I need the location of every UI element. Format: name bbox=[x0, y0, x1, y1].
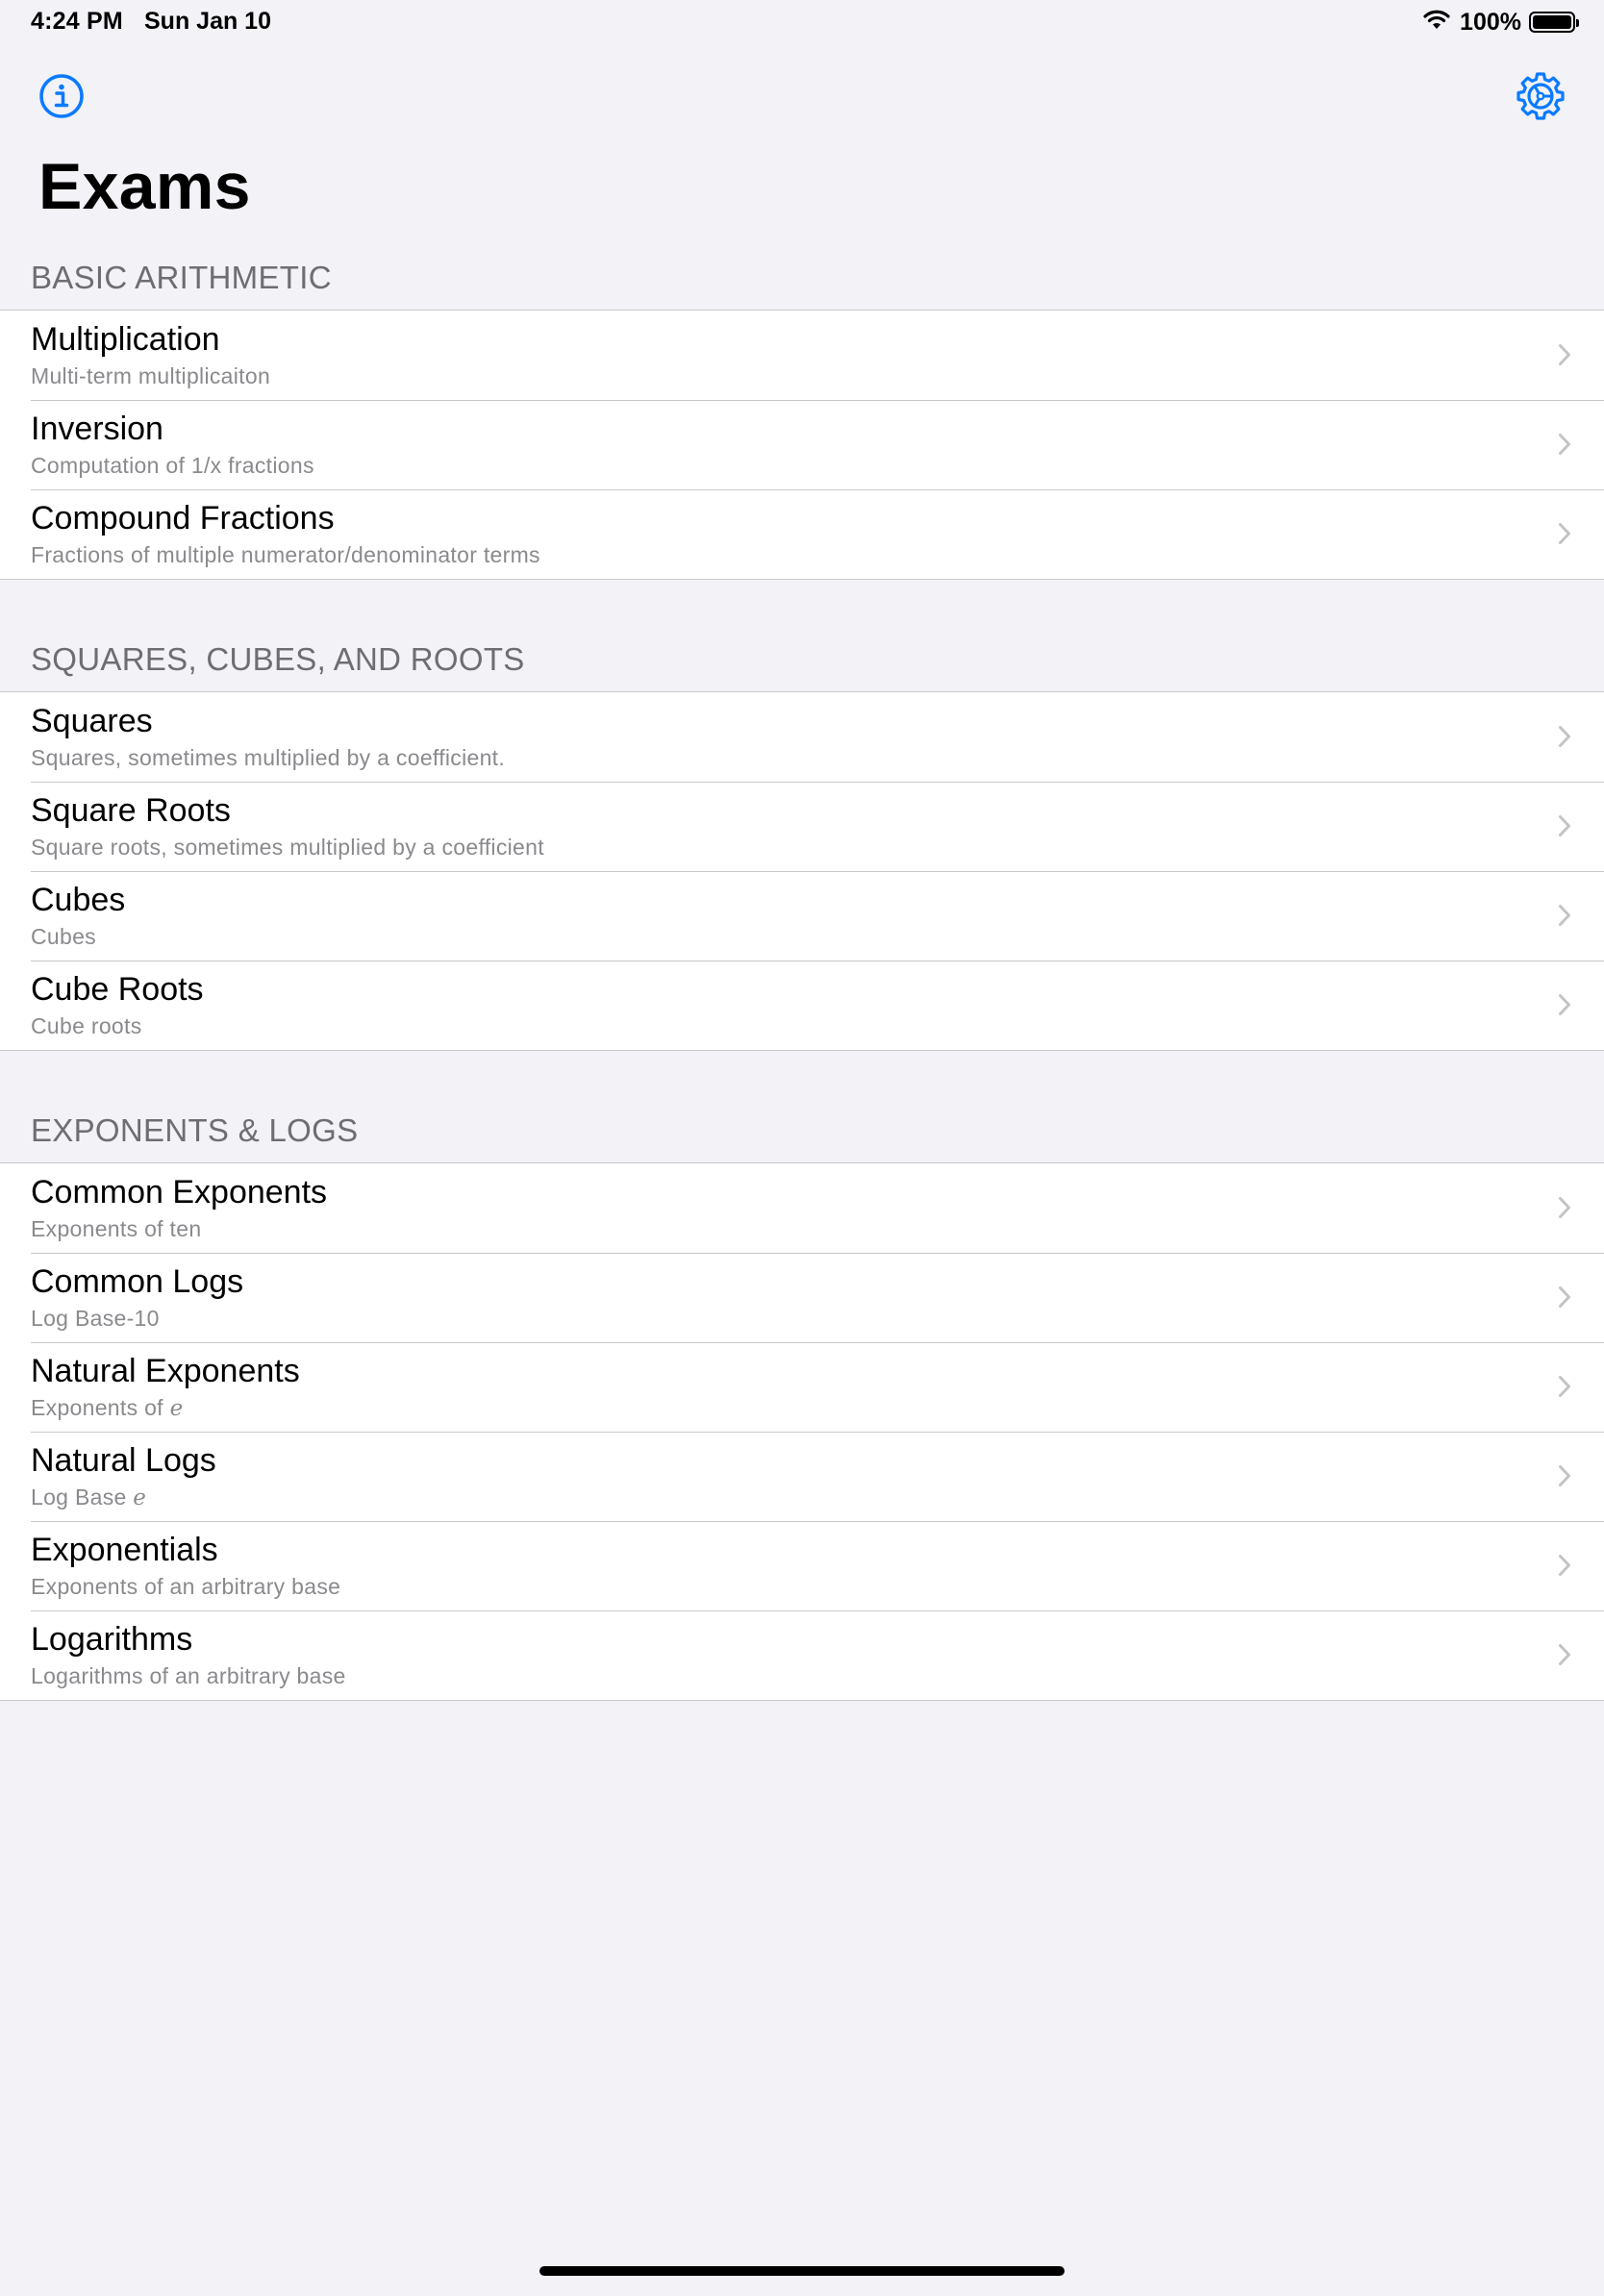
section-header: SQUARES, CUBES, AND ROOTS bbox=[31, 641, 525, 677]
list-item-title: Compound Fractions bbox=[31, 500, 335, 537]
list-item-title: Cubes bbox=[31, 882, 126, 918]
wifi-icon bbox=[1421, 9, 1452, 37]
list-item-subtitle: Computation of 1/x fractions bbox=[31, 453, 314, 479]
list-item-subtitle-text: Square roots, sometimes multiplied by a … bbox=[31, 835, 544, 860]
list-item-subtitle-text: Multi-term multiplicaiton bbox=[31, 363, 271, 388]
list-item[interactable]: Exponentials Exponents of an arbitrary ba… bbox=[0, 1521, 1604, 1610]
list-item-subtitle-text: Cubes bbox=[31, 924, 96, 949]
chevron-right-icon bbox=[1559, 1555, 1570, 1576]
exam-list: BASIC ARITHMETIC Multiplication Multi-term… bbox=[0, 250, 1604, 1701]
chevron-right-icon bbox=[1559, 344, 1570, 365]
section-list: Common Exponents Exponents of ten Common L… bbox=[0, 1162, 1604, 1701]
list-item-subtitle: Multi-term multiplicaiton bbox=[31, 363, 270, 389]
list-item[interactable]: Natural Logs Log Base e bbox=[0, 1432, 1604, 1521]
battery-percentage: 100% bbox=[1460, 8, 1521, 36]
chevron-right-icon bbox=[1559, 1465, 1570, 1486]
chevron-right-icon bbox=[1559, 434, 1570, 455]
list-item-title: Logarithms bbox=[31, 1621, 193, 1658]
list-item-subtitle: Exponents of e bbox=[31, 1395, 184, 1421]
chevron-right-icon bbox=[1559, 994, 1570, 1015]
battery-icon bbox=[1529, 12, 1579, 33]
list-item[interactable]: Square Roots Square roots, sometimes mult… bbox=[0, 782, 1604, 871]
list-item-title: Common Logs bbox=[31, 1263, 244, 1300]
list-item-subtitle-text: Logarithms of an arbitrary base bbox=[31, 1663, 346, 1688]
list-item[interactable]: Common Exponents Exponents of ten bbox=[0, 1163, 1604, 1253]
list-item-subtitle: Exponents of ten bbox=[31, 1216, 201, 1242]
list-item-subtitle-text: Computation of 1/x fractions bbox=[31, 453, 314, 478]
list-item[interactable]: Multiplication Multi-term multiplicaiton bbox=[0, 311, 1604, 400]
list-item-subtitle: Log Base-10 bbox=[31, 1306, 160, 1332]
section-header: EXPONENTS & LOGS bbox=[31, 1112, 359, 1148]
chevron-right-icon bbox=[1559, 726, 1570, 747]
list-item[interactable]: Cube Roots Cube roots bbox=[0, 961, 1604, 1050]
list-item-subtitle-text: Cube roots bbox=[31, 1013, 142, 1038]
info-circle-icon bbox=[39, 74, 84, 118]
page-title: Exams bbox=[38, 150, 251, 223]
chevron-right-icon bbox=[1559, 1376, 1570, 1397]
list-item-title: Inversion bbox=[31, 411, 163, 447]
list-item-subtitle-text: Log Base bbox=[31, 1485, 127, 1510]
section-list: Squares Squares, sometimes multiplied by … bbox=[0, 691, 1604, 1051]
status-bar: 4:24 PM Sun Jan 10 100% bbox=[0, 0, 1604, 44]
list-item[interactable]: Common Logs Log Base-10 bbox=[0, 1253, 1604, 1342]
list-item[interactable]: Compound Fractions Fractions of multiple … bbox=[0, 489, 1604, 579]
math-symbol: e bbox=[169, 1396, 184, 1421]
list-item-title: Squares bbox=[31, 703, 153, 739]
list-item-subtitle-text: Exponents of ten bbox=[31, 1216, 202, 1241]
list-item-title: Multiplication bbox=[31, 321, 220, 358]
list-item-subtitle-text: Exponents of an arbitrary base bbox=[31, 1574, 341, 1599]
list-item-title: Square Roots bbox=[31, 792, 231, 829]
settings-button[interactable] bbox=[1514, 69, 1567, 123]
list-item[interactable]: Natural Exponents Exponents of e bbox=[0, 1342, 1604, 1432]
list-item-title: Natural Logs bbox=[31, 1442, 216, 1479]
list-item-subtitle: Logarithms of an arbitrary base bbox=[31, 1663, 346, 1689]
list-item-subtitle: Fractions of multiple numerator/denomina… bbox=[31, 542, 540, 568]
list-item-title: Cube Roots bbox=[31, 971, 204, 1008]
chevron-right-icon bbox=[1559, 815, 1570, 836]
list-item-subtitle: Square roots, sometimes multiplied by a … bbox=[31, 835, 544, 861]
list-item[interactable]: Cubes Cubes bbox=[0, 871, 1604, 961]
status-date: Sun Jan 10 bbox=[144, 8, 271, 35]
math-symbol: e bbox=[133, 1485, 147, 1510]
gear-icon bbox=[1516, 72, 1565, 120]
chevron-right-icon bbox=[1559, 1286, 1570, 1308]
list-item-subtitle: Cubes bbox=[31, 924, 96, 950]
list-item-subtitle: Cube roots bbox=[31, 1013, 142, 1039]
status-time: 4:24 PM bbox=[31, 8, 123, 35]
list-item[interactable]: Logarithms Logarithms of an arbitrary bas… bbox=[0, 1610, 1604, 1700]
list-item-subtitle-text: Fractions of multiple numerator/denomina… bbox=[31, 542, 540, 567]
list-item-subtitle: Squares, sometimes multiplied by a coeff… bbox=[31, 745, 505, 771]
chevron-right-icon bbox=[1559, 1644, 1570, 1665]
list-item-subtitle-text: Exponents of bbox=[31, 1395, 163, 1420]
list-item-subtitle-text: Squares, sometimes multiplied by a coeff… bbox=[31, 745, 506, 770]
section-list: Multiplication Multi-term multiplicaiton I… bbox=[0, 310, 1604, 580]
chevron-right-icon bbox=[1559, 905, 1570, 926]
list-item-subtitle: Log Base e bbox=[31, 1485, 146, 1510]
list-item[interactable]: Squares Squares, sometimes multiplied by … bbox=[0, 692, 1604, 782]
list-item-title: Common Exponents bbox=[31, 1174, 328, 1210]
list-item-subtitle-text: Log Base-10 bbox=[31, 1306, 160, 1331]
list-item[interactable]: Inversion Computation of 1/x fractions bbox=[0, 400, 1604, 489]
list-item-title: Exponentials bbox=[31, 1532, 218, 1568]
status-right: 100% bbox=[1421, 8, 1579, 37]
chevron-right-icon bbox=[1559, 1197, 1570, 1218]
home-indicator[interactable] bbox=[539, 2266, 1065, 2276]
list-item-subtitle: Exponents of an arbitrary base bbox=[31, 1574, 340, 1600]
list-item-title: Natural Exponents bbox=[31, 1353, 300, 1389]
section-header: BASIC ARITHMETIC bbox=[31, 260, 332, 295]
chevron-right-icon bbox=[1559, 523, 1570, 544]
info-button[interactable] bbox=[37, 71, 87, 121]
